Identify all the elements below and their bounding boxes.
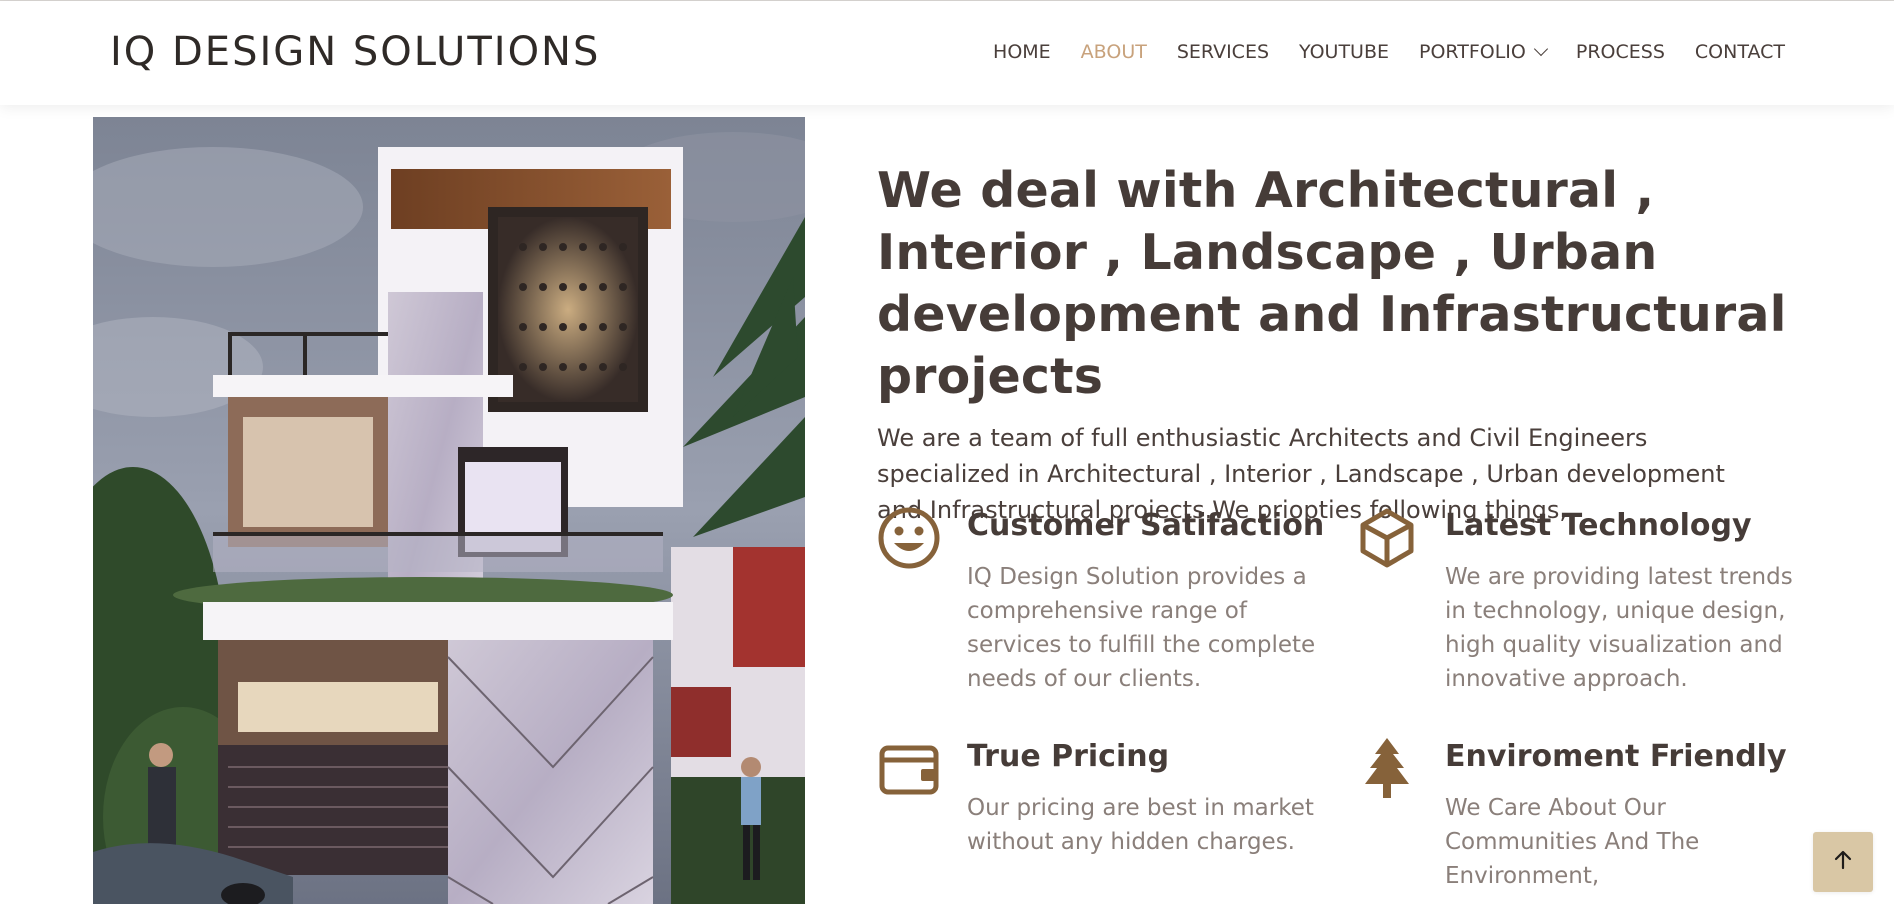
hero-building-image bbox=[93, 117, 805, 904]
main-nav: HOME ABOUT SERVICES YOUTUBE PORTFOLIO PR… bbox=[993, 41, 1785, 63]
cube-icon bbox=[1355, 505, 1419, 571]
nav-about-label: ABOUT bbox=[1080, 41, 1147, 63]
feature-title: Latest Technology bbox=[1445, 508, 1752, 543]
about-section: We deal with Architectural , Interior , … bbox=[877, 160, 1797, 528]
nav-home-label: HOME bbox=[993, 41, 1051, 63]
nav-services[interactable]: SERVICES bbox=[1177, 41, 1269, 63]
feature-description: We are providing latest trends in techno… bbox=[1445, 564, 1793, 692]
smile-icon bbox=[877, 505, 941, 571]
wallet-icon bbox=[877, 736, 941, 802]
feature-title: True Pricing bbox=[967, 739, 1170, 774]
nav-contact-label: CONTACT bbox=[1694, 41, 1785, 63]
feature-description: Our pricing are best in market without a… bbox=[967, 795, 1314, 855]
tree-icon bbox=[1355, 736, 1419, 802]
feature-description: IQ Design Solution provides a comprehens… bbox=[967, 564, 1316, 692]
nav-process-label: PROCESS bbox=[1575, 41, 1665, 63]
nav-youtube[interactable]: YOUTUBE bbox=[1299, 41, 1389, 63]
site-logo[interactable]: IQ DESIGN SOLUTIONS bbox=[110, 29, 600, 75]
nav-about[interactable]: ABOUT bbox=[1081, 41, 1147, 63]
nav-contact[interactable]: CONTACT bbox=[1695, 41, 1785, 63]
nav-portfolio[interactable]: PORTFOLIO bbox=[1419, 41, 1548, 63]
nav-home[interactable]: HOME bbox=[993, 41, 1051, 63]
features-grid: Customer Satifaction IQ Design Solution … bbox=[877, 505, 1807, 889]
nav-services-label: SERVICES bbox=[1176, 41, 1270, 63]
nav-portfolio-label: PORTFOLIO bbox=[1419, 41, 1526, 63]
feature-title: Customer Satifaction bbox=[967, 508, 1325, 543]
nav-youtube-label: YOUTUBE bbox=[1299, 41, 1389, 63]
chevron-down-icon bbox=[1533, 41, 1548, 57]
feature-description: We Care About Our Communities And The En… bbox=[1445, 795, 1700, 889]
arrow-up-icon bbox=[1831, 848, 1855, 876]
about-headline: We deal with Architectural , Interior , … bbox=[877, 162, 1787, 405]
navbar: IQ DESIGN SOLUTIONS HOME ABOUT SERVICES … bbox=[0, 1, 1894, 105]
nav-process[interactable]: PROCESS bbox=[1576, 41, 1665, 63]
feature-title: Enviroment Friendly bbox=[1445, 739, 1787, 774]
back-to-top-button[interactable] bbox=[1813, 832, 1873, 892]
